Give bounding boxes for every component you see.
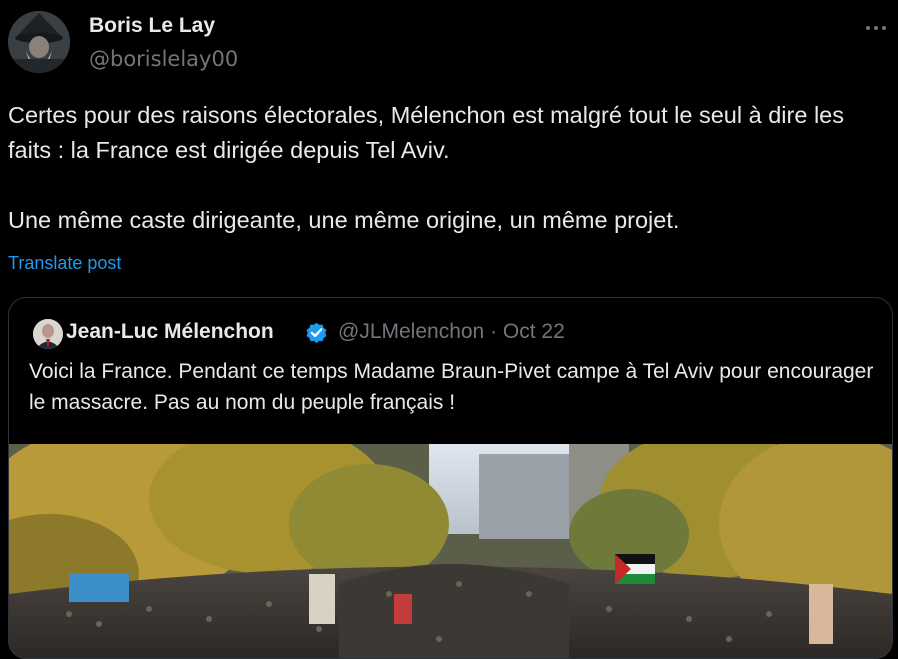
quoted-meta: @JLMelenchon · Oct 22 xyxy=(338,320,565,344)
author-avatar[interactable] xyxy=(8,11,70,73)
quoted-author-name: Jean-Luc Mélenchon xyxy=(66,320,274,343)
quoted-date[interactable]: Oct 22 xyxy=(503,320,565,343)
quoted-text: Voici la France. Pendant ce temps Madame… xyxy=(29,360,874,414)
quoted-author-avatar xyxy=(33,319,63,349)
more-icon[interactable] xyxy=(862,14,890,42)
tweet-text: Certes pour des raisons électorales, Mél… xyxy=(8,102,844,233)
verified-badge-icon xyxy=(306,322,327,344)
translate-post-link[interactable]: Translate post xyxy=(8,253,121,274)
quoted-media-image[interactable] xyxy=(9,444,892,658)
meta-separator: · xyxy=(490,320,498,343)
quoted-tweet[interactable]: Jean-Luc Mélenchon @JLMelenchon · Oct 22… xyxy=(8,297,893,659)
quoted-author-handle: @JLMelenchon xyxy=(338,320,485,343)
author-name[interactable]: Boris Le Lay xyxy=(89,14,215,38)
author-handle[interactable]: @borislelay00 xyxy=(89,47,238,71)
tweet: Boris Le Lay @borislelay00 Certes pour d… xyxy=(0,0,898,659)
